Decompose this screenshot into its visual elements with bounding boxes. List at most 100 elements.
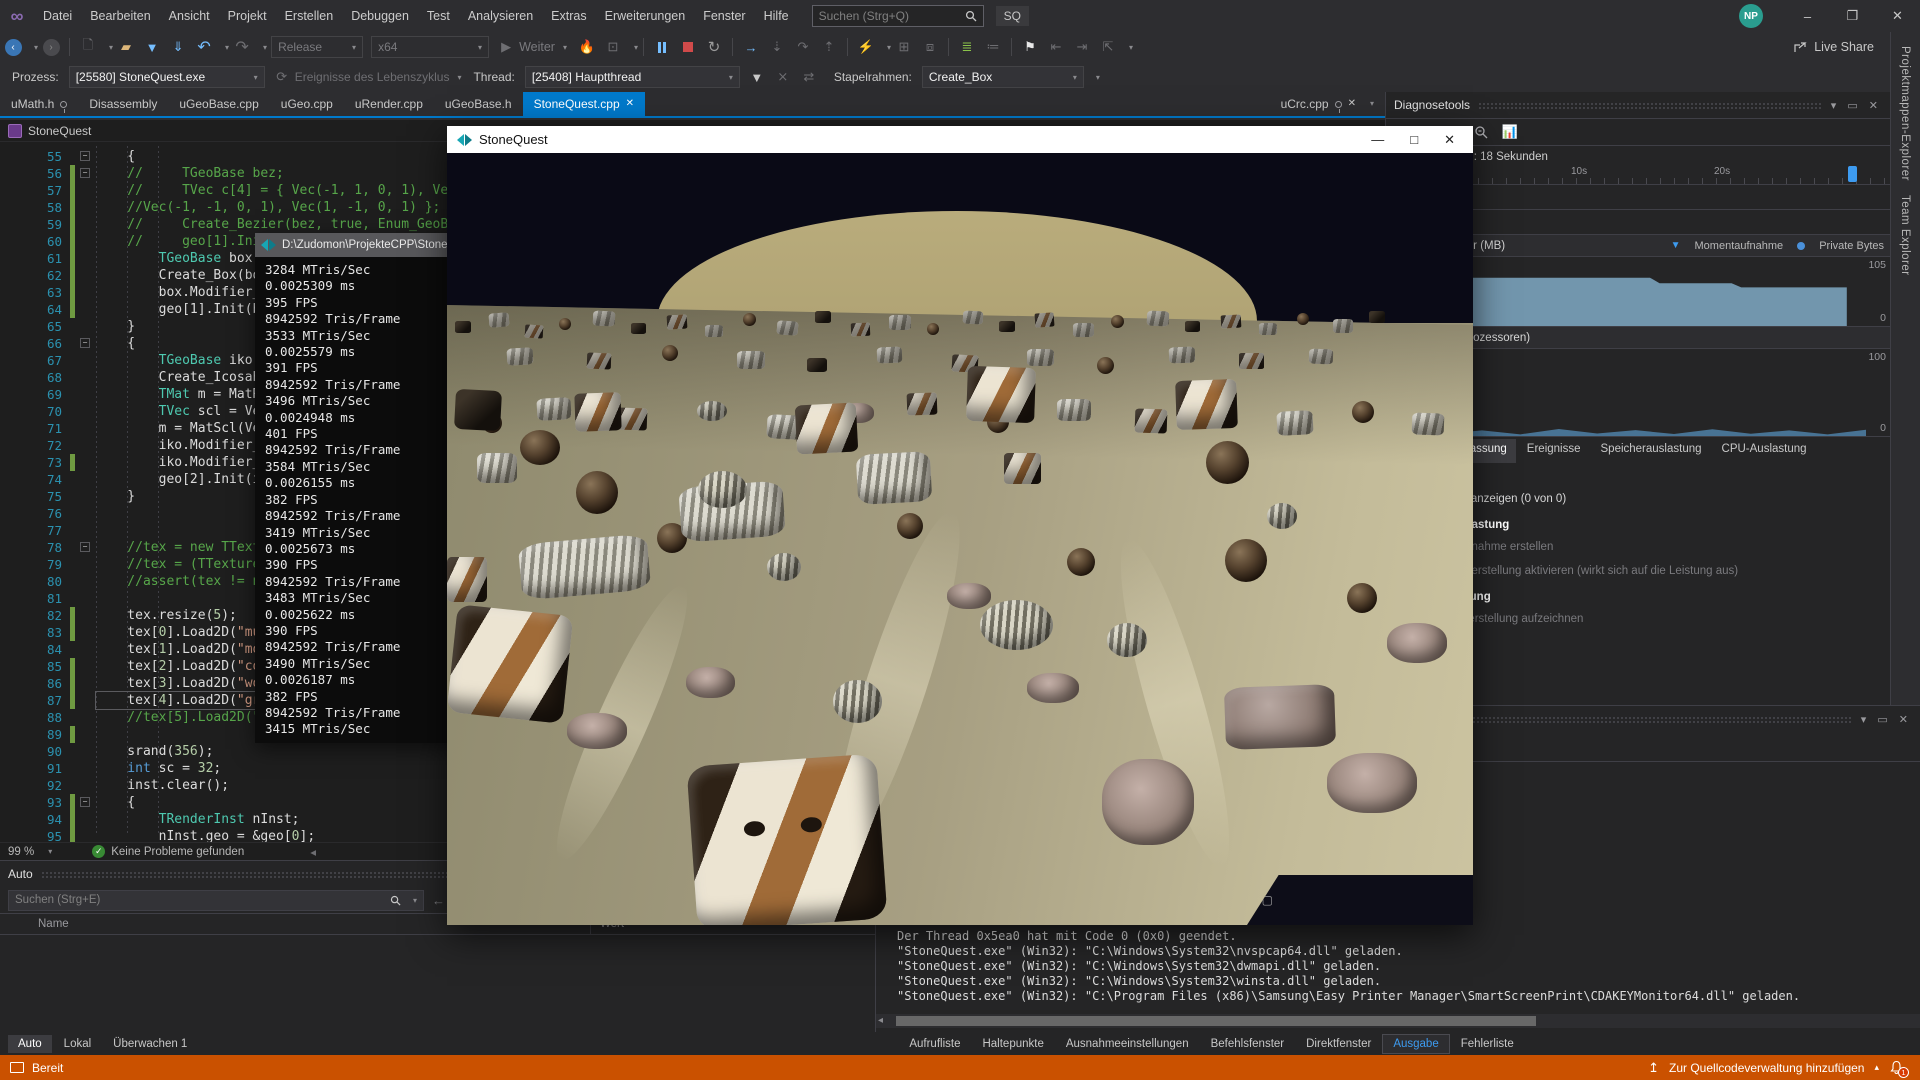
undo-dropdown[interactable]: ▾ (225, 43, 229, 52)
column-name[interactable]: Name (38, 918, 69, 930)
game-close-button[interactable]: ✕ (1444, 132, 1455, 148)
menu-item-fenster[interactable]: Fenster (694, 0, 754, 32)
add-to-source-control-button[interactable]: Zur Quellcodeverwaltung hinzufügen (1669, 1061, 1864, 1075)
user-avatar[interactable]: NP (1739, 4, 1763, 28)
step-into-icon[interactable]: ⇣ (765, 36, 789, 58)
snapshot-filter-icon[interactable]: ▼ (1671, 240, 1681, 251)
game-window[interactable]: StoneQuest — □ ✕ ▤ ▢ (447, 126, 1473, 925)
pause-icon[interactable] (650, 36, 674, 58)
chart-options-icon[interactable]: 📊 (1502, 124, 1518, 140)
tab-ugeo-cpp[interactable]: uGeo.cpp (270, 92, 344, 116)
menu-item-projekt[interactable]: Projekt (219, 0, 276, 32)
stack-frame-select[interactable]: Create_Box▾ (922, 66, 1084, 88)
panel-tab-auto[interactable]: Auto (8, 1035, 52, 1053)
navigate-forward-icon[interactable]: › (39, 36, 63, 58)
filter-threads-icon[interactable]: ▼ (745, 66, 769, 88)
diag-tab-ereignisse[interactable]: Ereignisse (1518, 439, 1590, 463)
panel-tab-lokal[interactable]: Lokal (54, 1035, 102, 1053)
diag-tab-speicherauslastung[interactable]: Speicherauslastung (1592, 439, 1711, 463)
panel-tab-direktfenster[interactable]: Direktfenster (1296, 1035, 1381, 1053)
menu-item-erstellen[interactable]: Erstellen (276, 0, 343, 32)
redo-icon[interactable]: ↷ (230, 36, 254, 58)
panel-tab-ausnahmeeinstellungen[interactable]: Ausnahmeeinstellungen (1056, 1035, 1199, 1053)
zoom-dropdown[interactable]: ▾ (48, 847, 52, 856)
tab-overflow-dropdown[interactable]: ▾ (1370, 92, 1374, 116)
new-file-icon[interactable]: 🗋 (76, 36, 100, 58)
watch-search-input[interactable]: Suchen (Strg+E) ▾ (8, 890, 424, 911)
navigate-back-icon[interactable]: ‹ (1, 36, 25, 58)
output-horizontal-scrollbar[interactable]: ◂ (876, 1014, 1920, 1028)
zoom-level-select[interactable]: 99 % (8, 846, 34, 858)
code-map-icon[interactable]: ⊞ (892, 36, 916, 58)
source-control-expand-icon[interactable]: ▴ (1874, 1062, 1879, 1073)
bookmark-icon[interactable]: ⚑ (1018, 36, 1042, 58)
panel-tab-haltepunkte[interactable]: Haltepunkte (972, 1035, 1053, 1053)
navigate-back-dropdown[interactable]: ▾ (34, 43, 38, 52)
comment-list-icon[interactable]: ≔ (981, 36, 1005, 58)
tab-stonequest-cpp[interactable]: StoneQuest.cpp✕ (523, 92, 645, 116)
pin-panel-icon[interactable]: ▭ (1847, 100, 1861, 112)
fold-toggle-icon[interactable]: − (80, 151, 90, 161)
game-title-bar[interactable]: StoneQuest — □ ✕ (447, 126, 1473, 153)
toggle-flagged-icon[interactable]: ⇄ (797, 66, 821, 88)
hot-reload-icon[interactable]: 🔥 (575, 36, 599, 58)
open-file-icon[interactable]: ▰ (114, 36, 138, 58)
menu-item-debuggen[interactable]: Debuggen (342, 0, 418, 32)
continue-dropdown[interactable]: ▾ (563, 43, 567, 52)
lifecycle-events-icon[interactable]: ⟳ (270, 66, 294, 88)
tab-umath-h[interactable]: uMath.h (0, 92, 78, 116)
minimize-button[interactable]: – (1785, 0, 1830, 32)
close-tab-icon[interactable]: ✕ (626, 92, 634, 116)
close-panel-icon[interactable]: ✕ (1899, 714, 1912, 726)
tab-ugeobase-cpp[interactable]: uGeoBase.cpp (168, 92, 269, 116)
apply-code-changes-icon[interactable]: ⊡ (601, 36, 625, 58)
window-position-icon[interactable]: ▾ (1861, 714, 1871, 726)
process-select[interactable]: [25580] StoneQuest.exe▾ (69, 66, 265, 88)
continue-label[interactable]: Weiter (519, 40, 555, 54)
menu-item-test[interactable]: Test (418, 0, 459, 32)
tab-disassembly[interactable]: Disassembly (78, 92, 168, 116)
previous-bookmark-icon[interactable]: ⇤ (1044, 36, 1068, 58)
live-share-label[interactable]: Live Share (1814, 40, 1874, 54)
fold-toggle-icon[interactable]: − (80, 542, 90, 552)
panel-drag-area[interactable] (1478, 102, 1823, 109)
show-next-statement-icon[interactable]: → (739, 36, 763, 58)
restart-icon[interactable]: ↻ (702, 36, 726, 58)
continue-icon[interactable]: ▶ (494, 36, 518, 58)
menu-item-hilfe[interactable]: Hilfe (755, 0, 798, 32)
line-list-icon[interactable]: ≣ (955, 36, 979, 58)
timeline-marker[interactable] (1848, 166, 1857, 182)
window-position-icon[interactable]: ▾ (1831, 100, 1841, 112)
next-bookmark-icon[interactable]: ⇥ (1070, 36, 1094, 58)
save-all-icon[interactable]: ⇓ (166, 36, 190, 58)
tab-urender-cpp[interactable]: uRender.cpp (344, 92, 434, 116)
pin-panel-icon[interactable]: ▭ (1877, 714, 1891, 726)
redo-dropdown[interactable]: ▾ (263, 43, 267, 52)
step-out-icon[interactable]: ⇡ (817, 36, 841, 58)
pin-icon[interactable] (1335, 101, 1342, 108)
panel-tab-aufrufliste[interactable]: Aufrufliste (899, 1035, 970, 1053)
solution-configuration-select[interactable]: Release▾ (271, 36, 363, 58)
panel-tab-überwachen-1[interactable]: Überwachen 1 (103, 1035, 197, 1053)
search-prev-icon[interactable]: ← (432, 893, 445, 908)
close-button[interactable]: ✕ (1875, 0, 1920, 32)
solution-explorer-vertical-tab[interactable]: Projektmappen-Explorer (1899, 46, 1911, 181)
quick-search-input[interactable]: Suchen (Strg+Q) (812, 5, 984, 27)
stop-icon[interactable] (676, 36, 700, 58)
zoom-out-icon[interactable] (1474, 125, 1488, 139)
panel-tab-befehlsfenster[interactable]: Befehlsfenster (1201, 1035, 1295, 1053)
menu-item-bearbeiten[interactable]: Bearbeiten (81, 0, 159, 32)
menu-item-ansicht[interactable]: Ansicht (160, 0, 219, 32)
panel-tab-ausgabe[interactable]: Ausgabe (1383, 1035, 1448, 1053)
background-tasks-icon[interactable] (10, 1062, 24, 1073)
save-icon[interactable]: ▼ (140, 36, 164, 58)
menu-item-analysieren[interactable]: Analysieren (459, 0, 542, 32)
code-lens-icon[interactable]: ⧈ (918, 36, 942, 58)
breakpoint-settings-icon[interactable]: ⚡ (854, 36, 878, 58)
sq-badge[interactable]: SQ (996, 6, 1029, 26)
lifecycle-events-select[interactable]: Ereignisse des Lebenszyklus (295, 70, 450, 84)
diag-tab-cpu-auslastung[interactable]: CPU-Auslastung (1713, 439, 1816, 463)
menu-item-extras[interactable]: Extras (542, 0, 595, 32)
game-viewport[interactable]: ▤ ▢ (447, 153, 1473, 925)
panel-tab-fehlerliste[interactable]: Fehlerliste (1451, 1035, 1524, 1053)
